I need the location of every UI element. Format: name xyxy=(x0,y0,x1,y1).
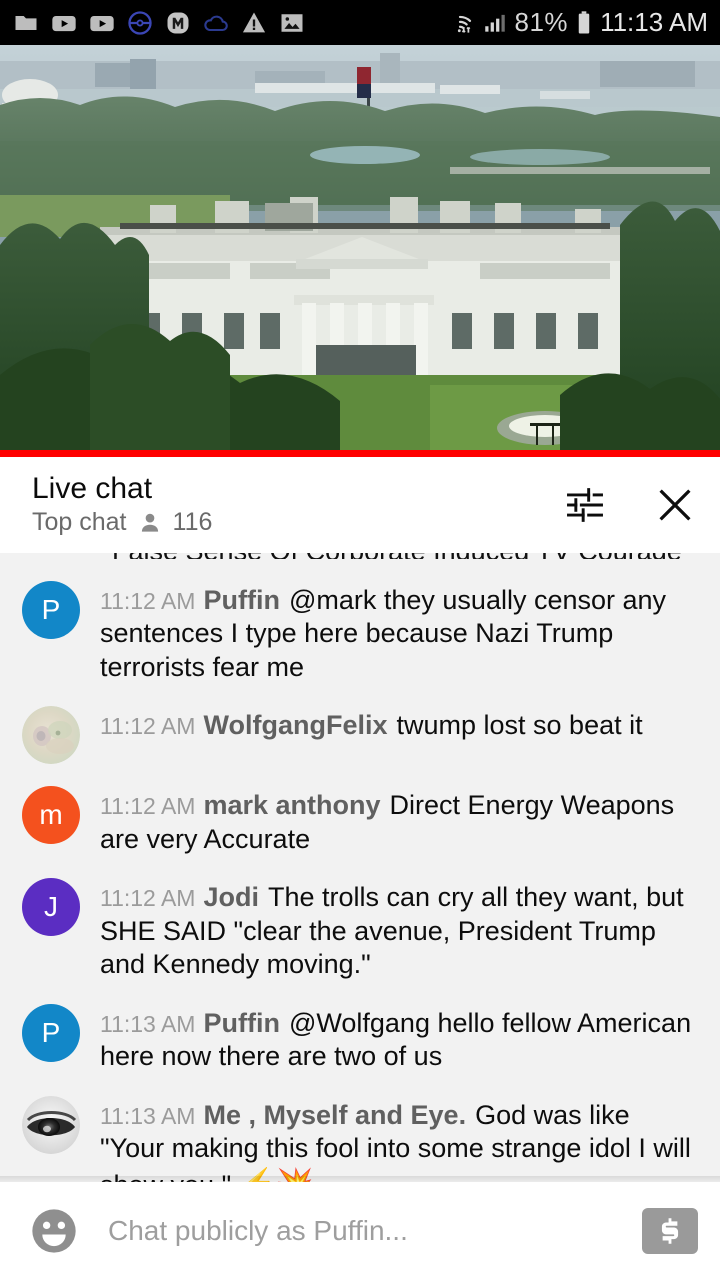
youtube-play-icon xyxy=(90,15,114,31)
chat-close-button[interactable] xyxy=(652,482,698,528)
message-body: 11:13 AM Me , Myself and Eye. God was like… xyxy=(100,1096,698,1182)
chat-mode-label[interactable]: Top chat xyxy=(32,508,127,537)
cloud-icon xyxy=(204,15,228,31)
avatar-letter: m xyxy=(39,799,63,831)
status-system-icons: 81% 11:13 AM xyxy=(445,7,708,38)
message-body: 11:12 AM Puffin @mark they usually censor … xyxy=(100,581,698,684)
message-author[interactable]: mark anthony xyxy=(203,790,380,820)
live-chat-header: Live chat Top chat 116 xyxy=(0,457,720,553)
chat-message-list[interactable]: False Sense Of Corporate Induced TV Cour… xyxy=(0,553,720,1182)
tune-sliders-icon xyxy=(567,488,603,522)
video-progress-fill xyxy=(0,450,720,457)
avatar[interactable]: P xyxy=(22,1003,80,1062)
warning-triangle-icon xyxy=(242,12,266,32)
emoji-smiley-icon[interactable] xyxy=(28,1205,80,1257)
avatar[interactable]: J xyxy=(22,878,80,937)
status-clock: 11:13 AM xyxy=(600,7,708,37)
avatar[interactable] xyxy=(22,706,80,765)
superchat-button[interactable] xyxy=(642,1208,698,1254)
pokemon-go-icon xyxy=(128,10,152,35)
avatar-letter: P xyxy=(41,1016,61,1048)
youtube-live-chat-screen: 81% 11:13 AM Live chat Top chat 116 P 11… xyxy=(0,0,720,1280)
youtube-play-icon xyxy=(52,15,76,31)
folder-icon xyxy=(15,15,37,30)
avatar-photo xyxy=(22,1095,80,1154)
message-timestamp: 11:12 AM xyxy=(100,588,196,614)
avatar[interactable] xyxy=(22,1095,80,1154)
message-body: 11:12 AM mark anthony Direct Energy Weapon… xyxy=(100,786,698,856)
avatar-letter: J xyxy=(44,891,58,923)
chat-settings-button[interactable] xyxy=(562,482,608,528)
battery-percent-label: 81% xyxy=(514,7,569,37)
message-timestamp: 11:12 AM xyxy=(100,885,196,912)
avatar-letter: P xyxy=(41,594,61,625)
cellular-signal-icon xyxy=(484,14,505,32)
chat-header-titles: Live chat Top chat 116 xyxy=(32,473,212,538)
viewer-count: 116 xyxy=(172,508,213,537)
list-item[interactable]: m 11:12 AM mark anthony Direct Energy Weap… xyxy=(0,786,720,856)
avatar[interactable]: m xyxy=(22,786,80,845)
superchat-dollar-icon xyxy=(661,1218,679,1244)
avatar-photo xyxy=(22,706,80,765)
message-text: twump lost so beat it xyxy=(396,710,643,741)
message-author[interactable]: WolfgangFelix xyxy=(203,710,387,740)
message-author[interactable]: Puffin xyxy=(203,1008,279,1038)
list-item[interactable]: 11:13 AM Me , Myself and Eye. God was like… xyxy=(0,1095,720,1182)
message-timestamp: 11:12 AM xyxy=(100,713,196,740)
list-item[interactable]: 11:12 AM WolfgangFelix twump lost so beat … xyxy=(0,706,720,765)
battery-icon xyxy=(578,10,590,33)
message-timestamp: 11:12 AM xyxy=(100,793,196,820)
white-house-scene xyxy=(0,45,720,450)
close-x-icon xyxy=(659,489,691,521)
message-author[interactable]: Jodi xyxy=(203,882,259,912)
message-body: 11:12 AM Jodi The trolls can cry all they … xyxy=(100,878,698,981)
list-item[interactable]: P 11:13 AM Puffin @Wolfgang hello fellow A… xyxy=(0,1003,720,1074)
message-body: 11:12 AM WolfgangFelix twump lost so beat … xyxy=(100,706,698,764)
list-item[interactable]: J 11:12 AM Jodi The trolls can cry all the… xyxy=(0,878,720,981)
list-item[interactable]: P 11:12 AM Puffin @mark they usually censo… xyxy=(0,581,720,684)
message-author[interactable]: Puffin xyxy=(203,585,279,615)
status-notification-icons xyxy=(12,9,306,37)
chat-subtitle-row: Top chat 116 xyxy=(32,508,212,537)
chat-title: Live chat xyxy=(32,471,153,505)
android-status-bar: 81% 11:13 AM xyxy=(0,0,720,45)
message-timestamp: 11:13 AM xyxy=(100,1102,196,1129)
chat-input-bar xyxy=(0,1182,720,1280)
video-progress-bar[interactable] xyxy=(0,450,720,457)
wifi-transfer-icon xyxy=(457,15,471,33)
message-body: 11:13 AM Puffin @Wolfgang hello fellow Ame… xyxy=(100,1004,698,1074)
video-player[interactable] xyxy=(0,45,720,450)
clipped-message-text: False Sense Of Corporate Induced TV Cour… xyxy=(112,553,682,559)
photos-icon xyxy=(281,13,303,32)
person-icon xyxy=(141,513,158,532)
avatar[interactable]: P xyxy=(22,581,80,639)
chat-input[interactable] xyxy=(108,1215,626,1247)
message-author[interactable]: Me , Myself and Eye. xyxy=(203,1100,466,1130)
m-app-icon xyxy=(167,12,189,33)
message-timestamp: 11:13 AM xyxy=(100,1010,196,1037)
list-item: False Sense Of Corporate Induced TV Cour… xyxy=(0,553,720,559)
chat-header-actions xyxy=(562,482,698,528)
